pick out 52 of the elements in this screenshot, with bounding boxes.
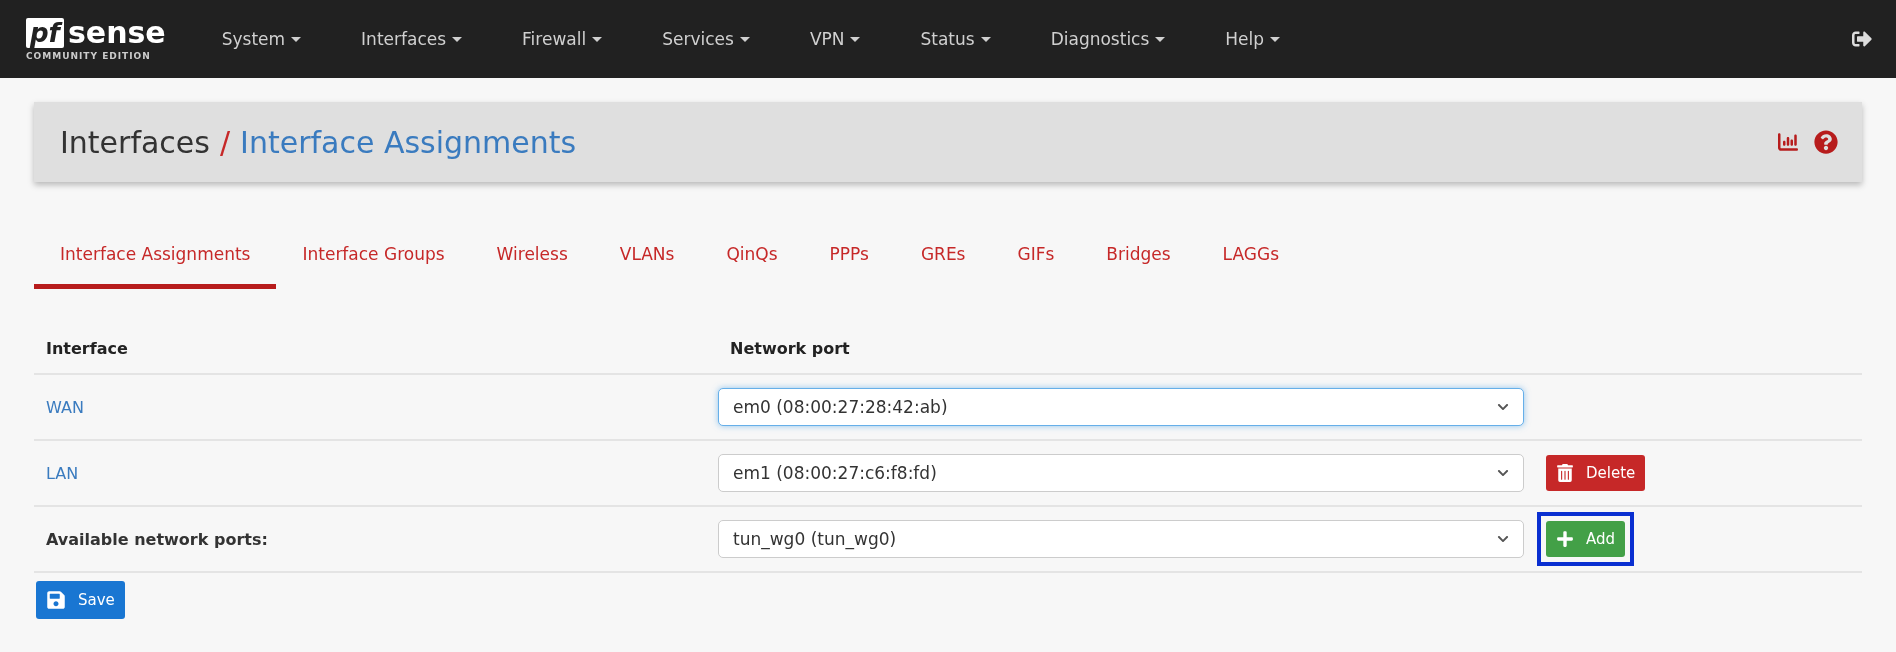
save-button[interactable]: Save [36,581,125,619]
tab[interactable]: GREs [894,230,992,289]
chevron-down-icon [1497,401,1509,413]
caret-icon [980,36,991,42]
nav-menu-item[interactable]: Services [632,29,780,49]
delete-button[interactable]: Delete [1546,455,1646,491]
caret-icon [1155,36,1166,42]
nav-menu-item[interactable]: Firewall [492,29,633,49]
port-select[interactable]: tun_wg0 (tun_wg0) [718,520,1524,558]
caret-icon [291,36,302,42]
caret-icon [850,36,861,42]
nav-menu-item[interactable]: Status [890,29,1021,49]
plus-icon [1556,530,1574,548]
column-header: Network port [729,338,851,358]
tab[interactable]: QinQs [700,230,804,289]
caret-icon [452,36,463,42]
tab[interactable]: VLANs [593,230,701,289]
interface-link[interactable]: LAN [34,463,718,483]
nav-menu-item[interactable]: VPN [779,29,891,49]
bar-chart-icon[interactable] [1778,132,1798,152]
caret-icon [739,36,750,42]
tab[interactable]: PPPs [803,230,895,289]
chevron-down-icon [1497,467,1509,479]
tab[interactable]: LAGGs [1196,230,1305,289]
tab[interactable]: GIFs [991,230,1081,289]
caret-icon [592,36,603,42]
breadcrumb-current: Interface Assignments [240,124,577,160]
breadcrumb-separator: / [219,124,231,160]
save-icon [46,590,66,610]
logo-text: sense [67,17,166,48]
breadcrumb-parent: Interfaces [60,124,210,160]
help-icon[interactable] [1814,130,1838,154]
logo-mark: pf [26,17,64,48]
add-button[interactable]: Add [1546,521,1626,557]
tab[interactable]: Wireless [470,230,594,289]
chevron-down-icon [1497,533,1509,545]
trash-icon [1556,464,1574,482]
port-select[interactable]: em0 (08:00:27:28:42:ab) [718,388,1524,426]
nav-menu-item[interactable]: Help [1195,29,1311,49]
row-label: Available network ports: [45,529,269,549]
nav-menu-item[interactable]: Interfaces [331,29,493,49]
nav-menu-item[interactable]: Diagnostics [1020,29,1196,49]
interface-link[interactable]: WAN [34,397,718,417]
column-header: Interface [45,338,129,358]
logo-edition: COMMUNITY EDITION [26,50,152,61]
nav-menu-item[interactable]: System [191,29,332,49]
tab[interactable]: Interface Groups [276,230,471,289]
port-select[interactable]: em1 (08:00:27:c6:f8:fd) [718,454,1524,492]
tab[interactable]: Interface Assignments [34,230,277,289]
logout-icon[interactable] [1852,29,1872,49]
tab[interactable]: Bridges [1080,230,1197,289]
caret-icon [1270,36,1281,42]
